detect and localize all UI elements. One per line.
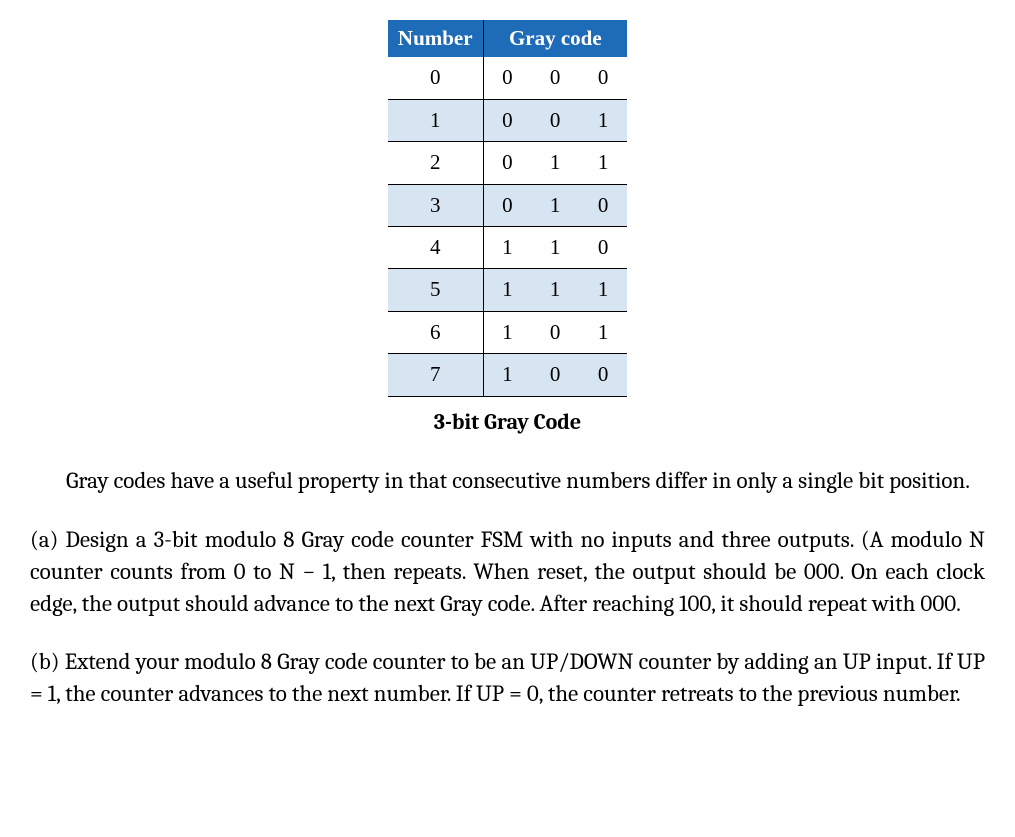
cell-number: 5	[388, 269, 483, 311]
table-row: 4 1 1 0	[388, 226, 627, 268]
cell-bit: 0	[579, 184, 627, 226]
cell-bit: 1	[579, 142, 627, 184]
cell-bit: 1	[579, 99, 627, 141]
table-row: 2 0 1 1	[388, 142, 627, 184]
question-part-a: (a) Design a 3-bit modulo 8 Gray code co…	[30, 524, 985, 621]
cell-number: 0	[388, 57, 483, 99]
cell-bit: 1	[483, 311, 531, 353]
cell-bit: 1	[579, 311, 627, 353]
table-row: 6 1 0 1	[388, 311, 627, 353]
cell-bit: 1	[531, 184, 579, 226]
cell-bit: 0	[579, 57, 627, 99]
cell-number: 1	[388, 99, 483, 141]
intro-text: Gray codes have a useful property in tha…	[66, 467, 970, 494]
cell-bit: 0	[531, 99, 579, 141]
cell-bit: 0	[483, 142, 531, 184]
cell-number: 4	[388, 226, 483, 268]
intro-paragraph: Gray codes have a useful property in tha…	[30, 465, 985, 497]
table-row: 1 0 0 1	[388, 99, 627, 141]
cell-number: 2	[388, 142, 483, 184]
cell-bit: 1	[483, 269, 531, 311]
cell-bit: 1	[579, 269, 627, 311]
question-part-b: (b) Extend your modulo 8 Gray code count…	[30, 646, 985, 710]
table-header-row: Number Gray code	[388, 20, 627, 57]
cell-bit: 1	[531, 269, 579, 311]
table-row: 0 0 0 0	[388, 57, 627, 99]
gray-code-table: Number Gray code 0 0 0 0 1 0 0 1 2 0 1 1	[388, 20, 627, 397]
gray-code-table-container: Number Gray code 0 0 0 0 1 0 0 1 2 0 1 1	[30, 20, 985, 397]
cell-bit: 1	[531, 142, 579, 184]
table-caption: 3-bit Gray Code	[30, 407, 985, 438]
cell-bit: 1	[483, 354, 531, 396]
table-row: 7 1 0 0	[388, 354, 627, 396]
cell-bit: 0	[483, 184, 531, 226]
cell-number: 3	[388, 184, 483, 226]
cell-bit: 0	[531, 354, 579, 396]
table-row: 3 0 1 0	[388, 184, 627, 226]
cell-bit: 0	[579, 354, 627, 396]
cell-number: 6	[388, 311, 483, 353]
cell-bit: 0	[579, 226, 627, 268]
table-row: 5 1 1 1	[388, 269, 627, 311]
cell-number: 7	[388, 354, 483, 396]
cell-bit: 1	[483, 226, 531, 268]
cell-bit: 0	[531, 57, 579, 99]
header-number: Number	[388, 20, 483, 57]
cell-bit: 0	[483, 99, 531, 141]
cell-bit: 0	[483, 57, 531, 99]
header-gray-code: Gray code	[483, 20, 627, 57]
cell-bit: 0	[531, 311, 579, 353]
cell-bit: 1	[531, 226, 579, 268]
